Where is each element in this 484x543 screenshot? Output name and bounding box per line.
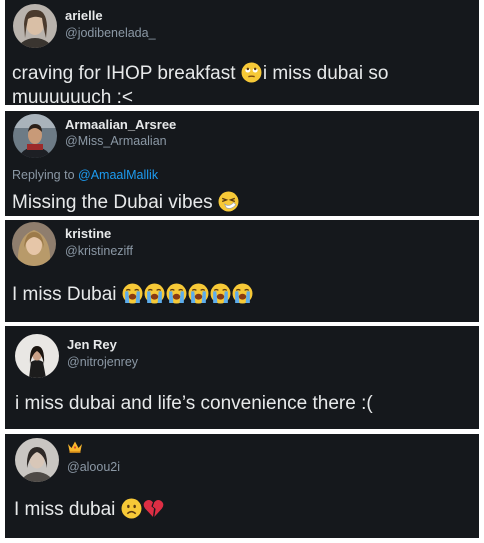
tweet-text: craving for IHOP breakfast i miss dubai … [12,62,474,105]
loudly-crying-face-emoji [210,283,231,304]
tweet-text-part: I miss Dubai [12,284,122,305]
display-name[interactable]: kristine [65,226,111,241]
loudly-crying-face-emoji [122,283,143,304]
display-name[interactable]: Jen Rey [67,337,117,352]
tweet-card[interactable]: @aloou2i I miss dubai [5,434,479,538]
eye-roll-face-emoji [241,62,262,83]
display-name[interactable] [67,440,83,455]
tweet-text: Missing the Dubai vibes [12,191,474,215]
tweet-card[interactable]: Armaalian_Arsree @Miss_Armaalian Replyin… [5,111,479,216]
username[interactable]: @kristineziff [65,244,133,258]
loudly-crying-face-emoji [232,283,253,304]
tweet-text: I miss Dubai [12,283,474,307]
username[interactable]: @aloou2i [67,460,120,474]
username[interactable]: @nitrojenrey [67,355,138,369]
avatar[interactable] [13,114,57,158]
mention-link[interactable]: @AmaalMallik [78,168,158,182]
loudly-crying-face-emoji [166,283,187,304]
tweet-text-part: Missing the Dubai vibes [12,192,218,213]
avatar[interactable] [15,334,59,378]
tweet-text-part: I miss dubai [14,499,121,520]
frowning-face-emoji [121,498,142,519]
username[interactable]: @Miss_Armaalian [65,134,167,148]
loudly-crying-face-emoji [188,283,209,304]
crown-emoji [68,441,82,453]
tweet-text: I miss dubai [14,498,474,522]
tweet-card[interactable]: Jen Rey @nitrojenrey i miss dubai and li… [5,326,479,429]
tweet-text-part: craving for IHOP breakfast [12,63,241,84]
broken-heart-emoji [143,500,164,517]
replying-to-line: Replying to @AmaalMallik [12,168,158,182]
avatar[interactable] [12,222,56,266]
sneezing-face-emoji [218,191,239,212]
tweet-text: i miss dubai and life’s convenience ther… [15,393,373,414]
username[interactable]: @jodibenelada_ [65,26,156,40]
display-name[interactable]: arielle [65,8,103,23]
avatar[interactable] [13,4,57,48]
display-name[interactable]: Armaalian_Arsree [65,117,176,132]
replying-to-label: Replying to [12,168,79,182]
tweet-card[interactable]: arielle @jodibenelada_ craving for IHOP … [5,0,479,105]
avatar[interactable] [15,438,59,482]
tweet-card[interactable]: kristine @kristineziff I miss Dubai [5,220,479,322]
loudly-crying-face-emoji [144,283,165,304]
